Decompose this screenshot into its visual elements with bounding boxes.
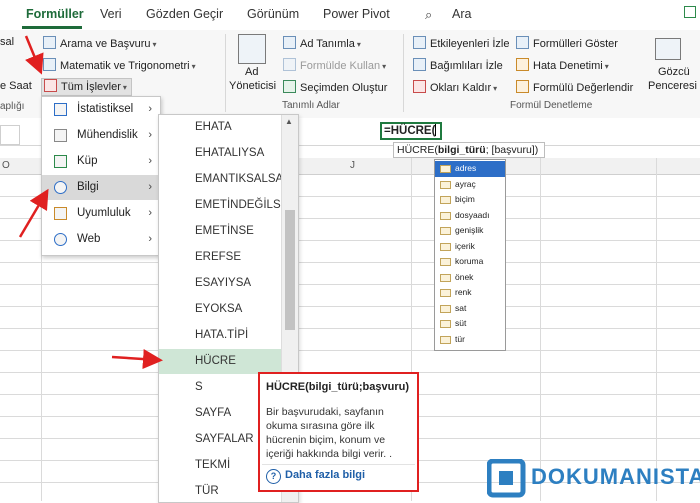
annotation-arrows <box>18 35 163 370</box>
arrow-to-all-functions <box>24 35 44 75</box>
logo-mark-icon <box>487 459 526 498</box>
logo-text: DOKUMANISTAN <box>531 464 700 489</box>
arrow-to-information <box>18 188 49 238</box>
dokumanistan-logo: DOKUMANISTAN <box>485 456 700 501</box>
arrow-to-cell-function <box>111 349 163 370</box>
